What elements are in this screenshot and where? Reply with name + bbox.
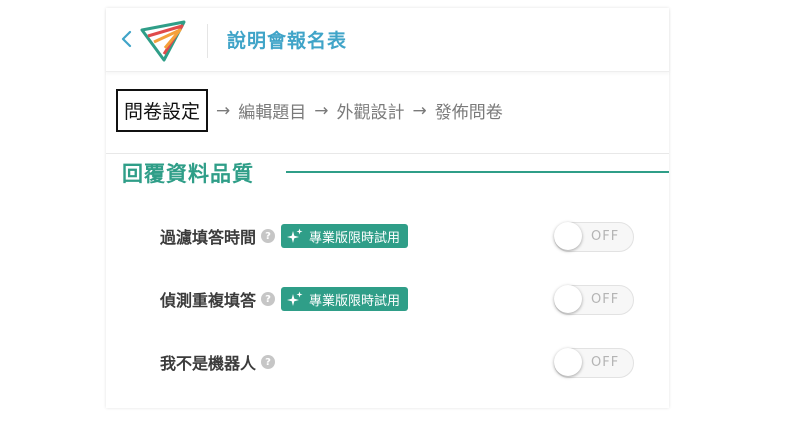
setting-label: 我不是機器人: [160, 354, 257, 373]
toggle-knob: [554, 285, 582, 313]
form-settings-card: 說明會報名表 問卷設定 → 編輯題目 → 外觀設計 → 發佈問卷 回覆資料品質 …: [106, 8, 669, 408]
duplicate-detect-toggle[interactable]: OFF: [554, 285, 634, 315]
filter-time-toggle[interactable]: OFF: [554, 222, 634, 252]
setting-row-captcha: 我不是機器人 ?: [160, 347, 276, 377]
section-underline: [286, 171, 669, 173]
step-appearance[interactable]: 外觀設計: [337, 98, 405, 123]
header-divider: [207, 24, 208, 58]
step-arrow-icon: →: [412, 100, 427, 121]
pro-trial-badge[interactable]: 專業版限時試用: [281, 224, 409, 248]
chevron-left-icon[interactable]: [120, 28, 134, 50]
step-survey-settings[interactable]: 問卷設定: [116, 89, 209, 132]
sparkle-icon: [287, 228, 303, 243]
setting-row-duplicate-detect: 偵測重複填答 ? 專業版限時試用: [160, 284, 409, 314]
toggle-knob: [554, 222, 582, 250]
pro-trial-badge[interactable]: 專業版限時試用: [281, 287, 409, 311]
setting-label: 過濾填答時間: [160, 228, 257, 247]
paper-plane-logo: [140, 20, 186, 62]
step-arrow-icon: →: [314, 100, 329, 121]
divider: [106, 153, 669, 154]
setting-label: 偵測重複填答: [160, 291, 257, 310]
step-arrow-icon: →: [216, 100, 231, 121]
toggle-knob: [554, 348, 582, 376]
toggle-state: OFF: [591, 292, 620, 307]
sparkle-icon: [287, 291, 303, 306]
toggle-state: OFF: [591, 229, 620, 244]
pro-badge-label: 專業版限時試用: [309, 293, 401, 309]
pro-badge-label: 專業版限時試用: [309, 230, 401, 246]
help-icon[interactable]: ?: [261, 355, 276, 369]
step-publish[interactable]: 發佈問卷: [435, 98, 503, 123]
step-breadcrumb: 問卷設定 → 編輯題目 → 外觀設計 → 發佈問卷: [116, 88, 503, 133]
header-bar: 說明會報名表: [106, 8, 669, 72]
help-icon[interactable]: ?: [261, 292, 276, 306]
captcha-toggle[interactable]: OFF: [554, 348, 634, 378]
toggle-state: OFF: [591, 355, 620, 370]
section-title: 回覆資料品質: [122, 162, 254, 186]
help-icon[interactable]: ?: [261, 229, 276, 243]
step-edit-questions[interactable]: 編輯題目: [238, 98, 306, 123]
setting-row-filter-time: 過濾填答時間 ? 專業版限時試用: [160, 221, 409, 251]
page-title: 說明會報名表: [227, 30, 348, 52]
